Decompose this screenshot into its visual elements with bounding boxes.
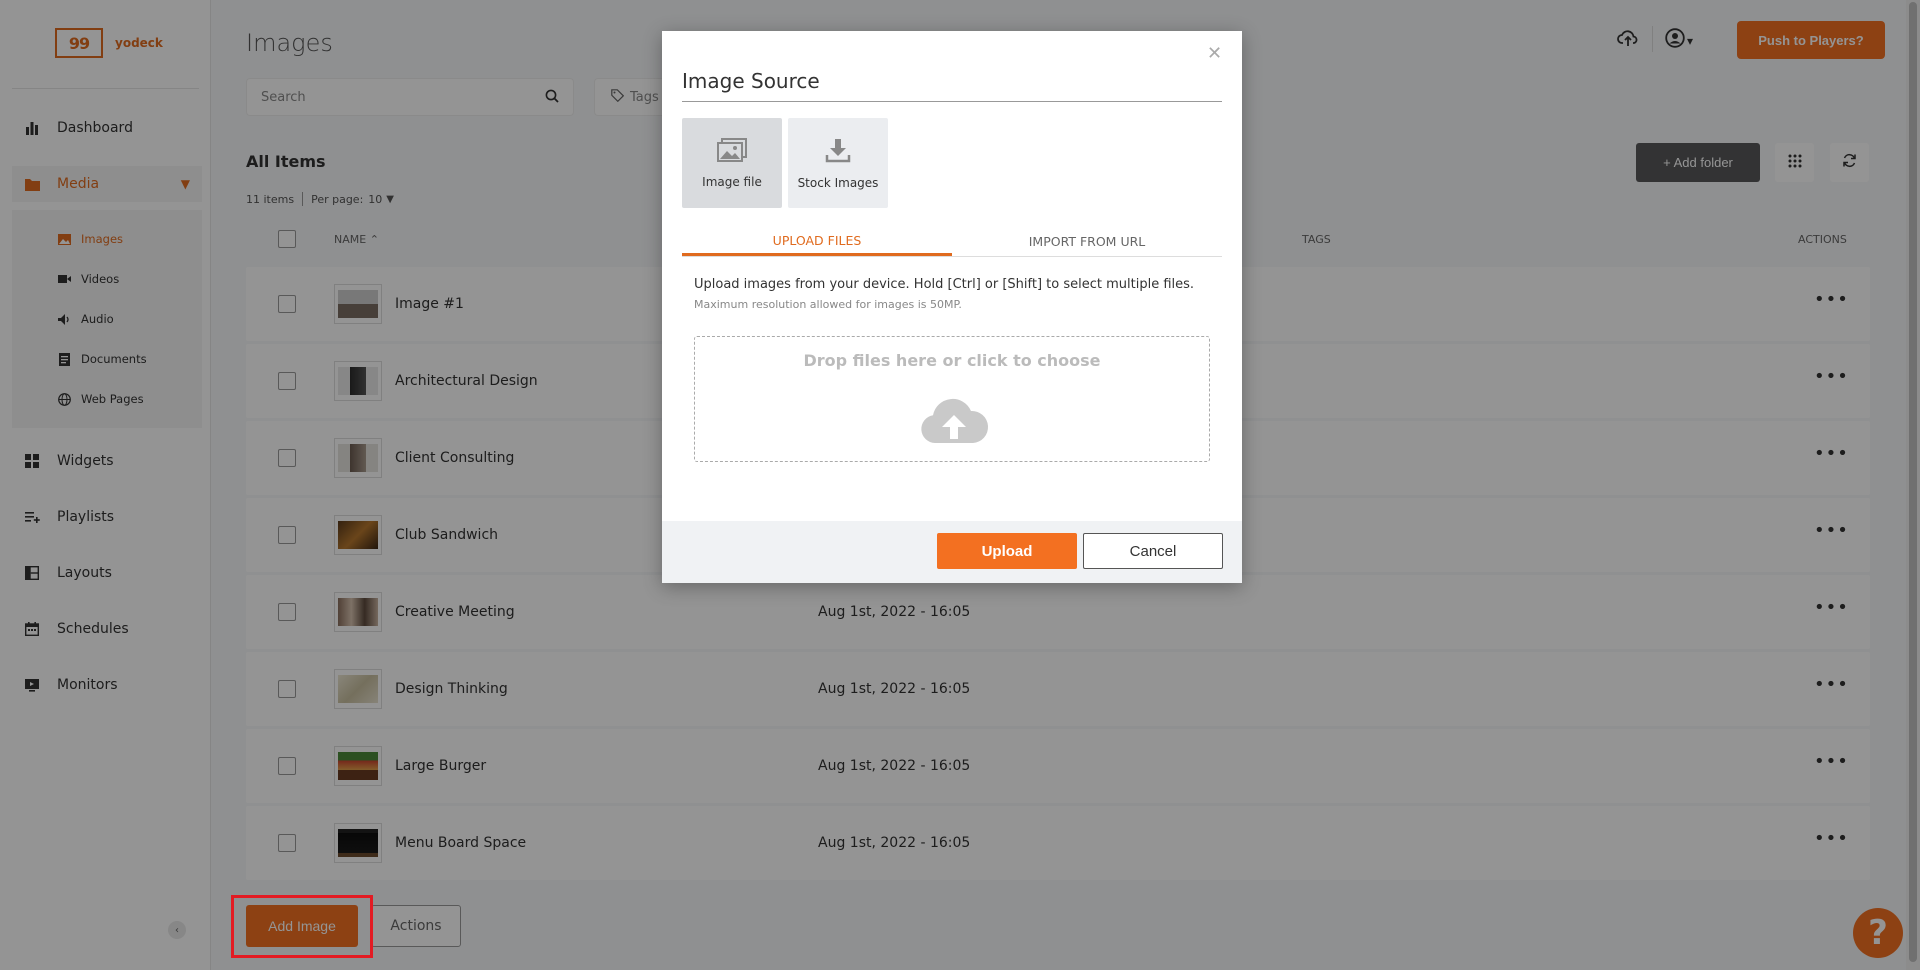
cloud-upload-icon <box>919 393 989 449</box>
source-stock-images[interactable]: Stock Images <box>788 118 888 208</box>
upload-description: Upload images from your device. Hold [Ct… <box>694 277 1195 292</box>
upload-button[interactable]: Upload <box>937 533 1077 569</box>
download-icon <box>825 137 851 168</box>
dialog-footer: Upload Cancel <box>662 521 1242 583</box>
divider <box>682 101 1222 102</box>
image-file-icon <box>717 137 747 167</box>
highlight-box <box>231 895 373 958</box>
close-icon[interactable]: ✕ <box>1207 43 1222 64</box>
dropzone-text: Drop files here or click to choose <box>803 351 1101 370</box>
tab-upload-files[interactable]: UPLOAD FILES <box>682 227 952 256</box>
upload-tabs: UPLOAD FILES IMPORT FROM URL <box>682 227 1222 257</box>
image-source-dialog: ✕ Image Source Image file Stock Images U… <box>662 31 1242 583</box>
tab-import-from-url[interactable]: IMPORT FROM URL <box>952 227 1222 256</box>
source-image-file[interactable]: Image file <box>682 118 782 208</box>
source-label: Stock Images <box>797 175 879 190</box>
cancel-button[interactable]: Cancel <box>1083 533 1223 569</box>
source-label: Image file <box>702 174 762 189</box>
file-dropzone[interactable]: Drop files here or click to choose <box>694 336 1210 462</box>
upload-note: Maximum resolution allowed for images is… <box>694 298 962 311</box>
dialog-title: Image Source <box>682 69 820 93</box>
